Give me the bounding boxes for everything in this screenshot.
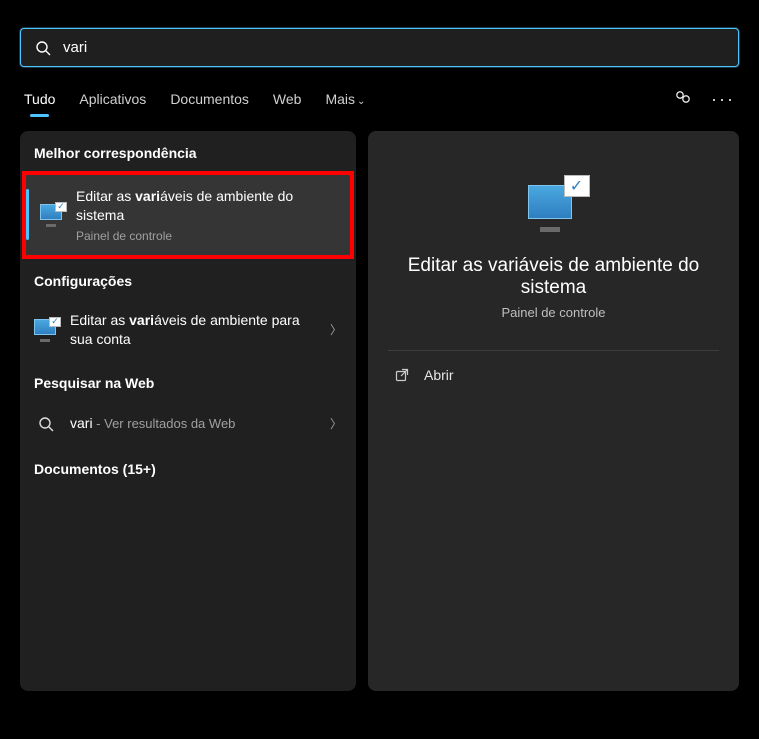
monitor-check-icon: ✓ [526,179,582,229]
annotation-highlight: ✓ Editar as variáveis de ambiente do sis… [22,171,354,259]
monitor-check-icon: ✓ [34,319,58,341]
search-bar[interactable] [20,28,739,67]
section-best-match: Melhor correspondência [20,131,356,171]
search-icon [35,40,51,56]
web-suffix: - Ver resultados da Web [93,416,236,431]
result-text: Editar as variáveis de ambiente do siste… [76,187,336,243]
filter-tabs: Tudo Aplicativos Documentos Web Mais⌄ [24,85,365,113]
preview-title: Editar as variáveis de ambiente do siste… [388,255,719,299]
search-input[interactable] [63,39,724,56]
section-settings: Configurações [20,259,356,299]
result-web-search[interactable]: vari - Ver resultados da Web 〉 [20,401,356,447]
section-web: Pesquisar na Web [20,361,356,401]
tab-more-label: Mais [325,91,355,107]
tabs-row: Tudo Aplicativos Documentos Web Mais⌄ ··… [20,85,739,113]
tab-web[interactable]: Web [273,85,302,113]
tab-documents[interactable]: Documentos [170,85,249,113]
search-window: Tudo Aplicativos Documentos Web Mais⌄ ··… [0,28,759,739]
action-open[interactable]: Abrir [388,351,719,399]
chevron-down-icon: ⌄ [357,96,365,107]
preview-subtitle: Painel de controle [501,305,605,320]
chevron-right-icon: 〉 [330,415,342,432]
result-subtitle: Painel de controle [76,229,336,243]
content-panels: Melhor correspondência ✓ Editar as variá… [20,131,739,691]
t-pre: Editar as [70,312,129,328]
t-bold: vari [135,188,160,204]
search-icon [34,413,58,435]
tab-more[interactable]: Mais⌄ [325,85,365,113]
results-panel: Melhor correspondência ✓ Editar as variá… [20,131,356,691]
preview-panel: ✓ Editar as variáveis de ambiente do sis… [368,131,739,691]
section-documents: Documentos (15+) [20,447,356,487]
action-open-label: Abrir [424,367,454,383]
monitor-check-icon: ✓ [40,204,64,226]
result-text: Editar as variáveis de ambiente para sua… [70,311,322,349]
result-edit-user-env[interactable]: ✓ Editar as variáveis de ambiente para s… [20,299,356,361]
t-pre: Editar as [76,188,135,204]
chevron-right-icon: 〉 [330,321,342,338]
more-icon[interactable]: ··· [711,89,735,110]
web-term: vari [70,415,93,431]
rewards-icon[interactable] [673,87,693,112]
tab-all[interactable]: Tudo [24,85,55,113]
result-edit-system-env[interactable]: ✓ Editar as variáveis de ambiente do sis… [26,175,350,255]
tab-apps[interactable]: Aplicativos [79,85,146,113]
open-external-icon [394,367,410,383]
t-bold: vari [129,312,154,328]
result-text: vari - Ver resultados da Web [70,414,322,433]
